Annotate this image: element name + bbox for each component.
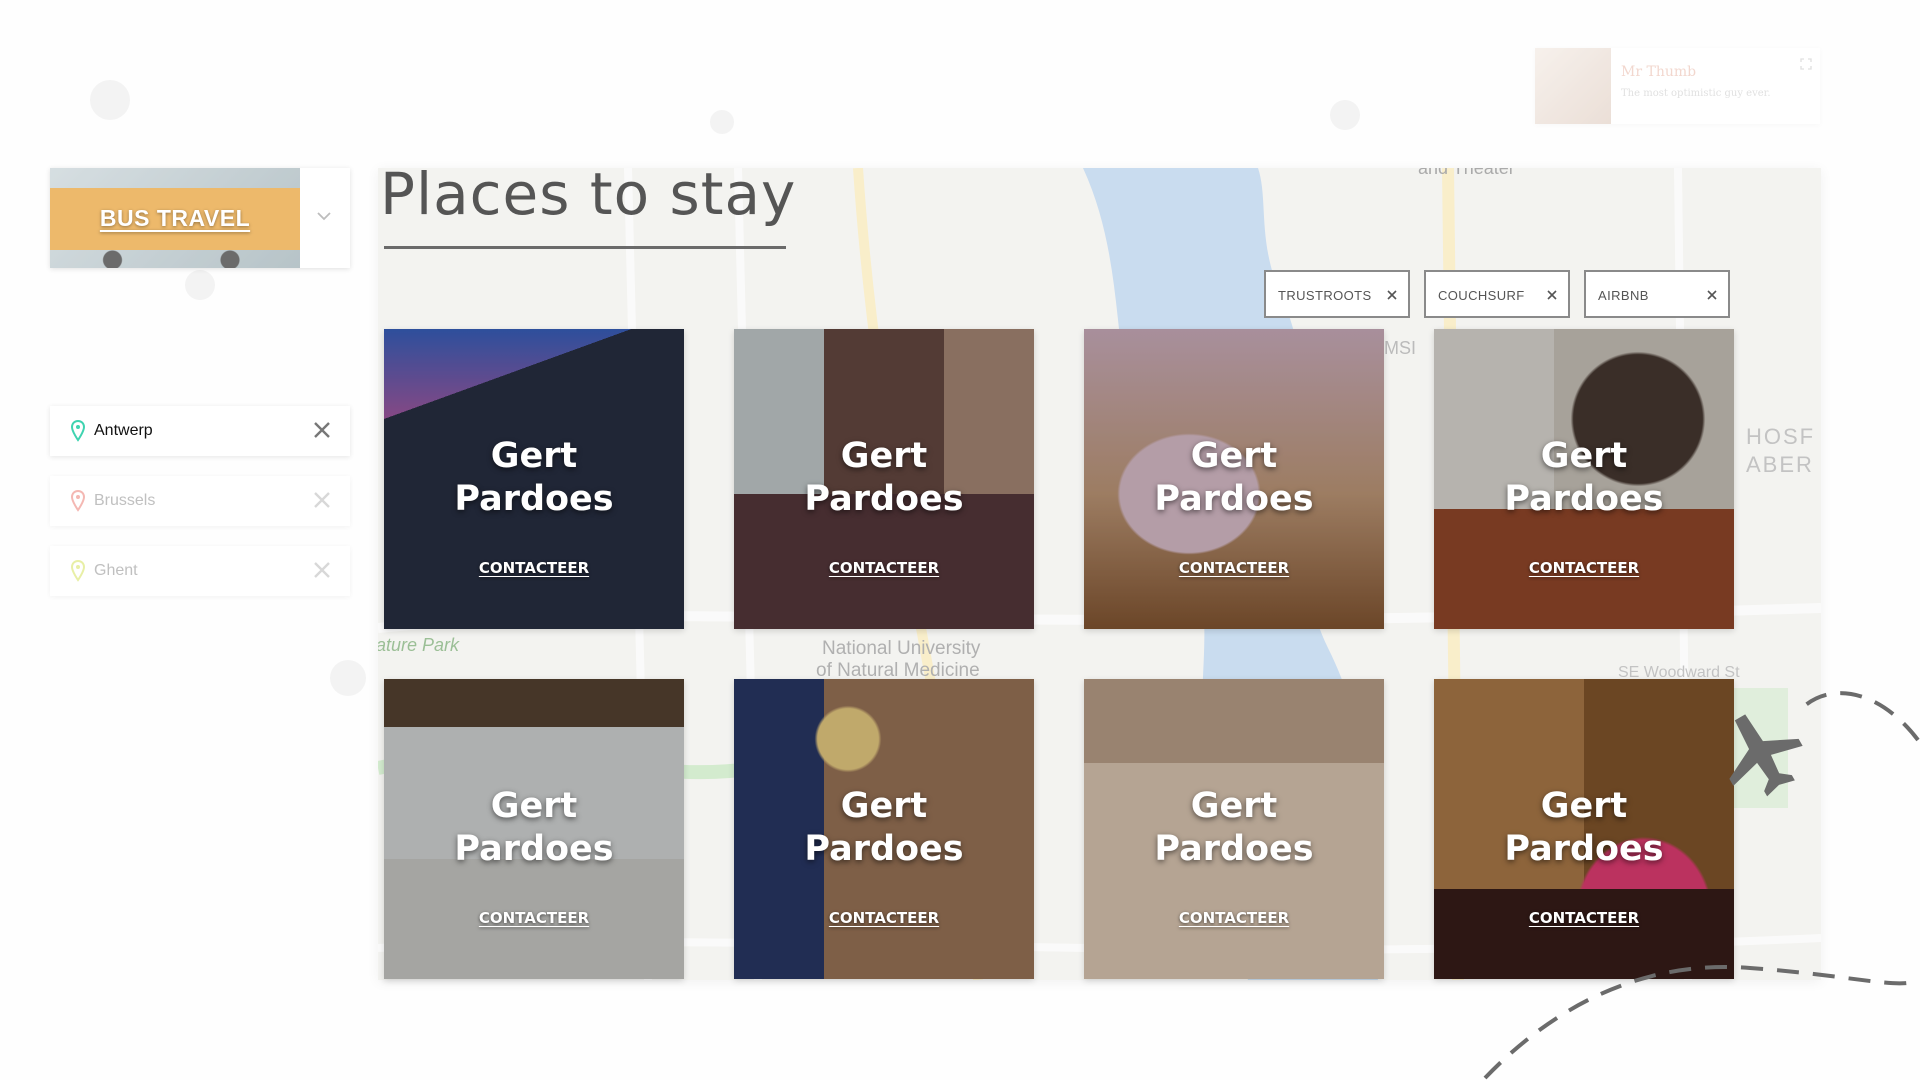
background-doodle	[1330, 100, 1360, 130]
host-name: Gert Pardoes	[804, 436, 964, 519]
map-pin-icon	[70, 560, 86, 582]
city-item-brussels[interactable]: Brussels	[50, 476, 350, 526]
host-name: Gert Pardoes	[454, 786, 614, 869]
city-name: Antwerp	[94, 422, 153, 439]
profile-card[interactable]: Mr Thumb The most optimistic guy ever.	[1535, 48, 1820, 124]
filter-chip-airbnb[interactable]: AIRBNB	[1584, 270, 1730, 318]
category-dropdown[interactable]: BUS TRAVEL	[50, 168, 350, 268]
city-item-ghent[interactable]: Ghent	[50, 546, 350, 596]
background-doodle	[330, 660, 366, 696]
filter-chip-label: AIRBNB	[1598, 288, 1649, 303]
listing-card[interactable]: Gert Pardoes CONTACTEER	[384, 679, 684, 979]
close-icon[interactable]	[312, 420, 332, 440]
host-name: Gert Pardoes	[804, 786, 964, 869]
filter-chip-trustroots[interactable]: TRUSTROOTS	[1264, 270, 1410, 318]
close-icon[interactable]	[312, 560, 332, 580]
background-doodle	[90, 80, 130, 120]
map-label: HOSF	[1746, 424, 1816, 449]
category-label: BUS TRAVEL	[99, 204, 251, 231]
map-label: National University	[822, 638, 981, 659]
contact-link[interactable]: CONTACTEER	[734, 909, 1034, 927]
filter-chip-label: TRUSTROOTS	[1278, 288, 1372, 303]
host-name: Gert Pardoes	[1154, 436, 1314, 519]
close-icon[interactable]	[312, 490, 332, 510]
expand-icon[interactable]	[1800, 58, 1812, 70]
listing-card[interactable]: Gert Pardoes CONTACTEER	[1434, 329, 1734, 629]
title-underline	[384, 246, 786, 249]
contact-link[interactable]: CONTACTEER	[1084, 559, 1384, 577]
contact-link[interactable]: CONTACTEER	[1434, 559, 1734, 577]
contact-link[interactable]: CONTACTEER	[384, 559, 684, 577]
close-icon[interactable]	[1386, 289, 1398, 301]
close-icon[interactable]	[1546, 289, 1558, 301]
map-label: and Theater	[1418, 168, 1515, 178]
page-title: Places to stay	[380, 160, 797, 228]
host-name: Gert Pardoes	[454, 436, 614, 519]
host-name: Gert Pardoes	[1504, 436, 1664, 519]
city-name: Brussels	[94, 492, 156, 509]
close-icon[interactable]	[1706, 289, 1718, 301]
contact-link[interactable]: CONTACTEER	[1084, 909, 1384, 927]
listing-card[interactable]: Gert Pardoes CONTACTEER	[734, 679, 1034, 979]
city-item-antwerp[interactable]: Antwerp	[50, 406, 350, 456]
host-name: Gert Pardoes	[1154, 786, 1314, 869]
listing-card[interactable]: Gert Pardoes CONTACTEER	[734, 329, 1034, 629]
map-label: ABER	[1746, 452, 1814, 477]
contact-link[interactable]: CONTACTEER	[734, 559, 1034, 577]
profile-tagline: The most optimistic guy ever.	[1621, 88, 1771, 99]
listing-card[interactable]: Gert Pardoes CONTACTEER	[1084, 679, 1384, 979]
page: Mr Thumb The most optimistic guy ever. B…	[0, 0, 1920, 1080]
contact-link[interactable]: CONTACTEER	[384, 909, 684, 927]
city-name: Ghent	[94, 562, 138, 579]
filter-chip-couchsurf[interactable]: COUCHSURF	[1424, 270, 1570, 318]
filter-chip-label: COUCHSURF	[1438, 288, 1525, 303]
map-pin-icon	[70, 490, 86, 512]
background-doodle	[185, 270, 215, 300]
listing-card[interactable]: Gert Pardoes CONTACTEER	[384, 329, 684, 629]
listing-card[interactable]: Gert Pardoes CONTACTEER	[1084, 329, 1384, 629]
map-label: ature Park	[378, 635, 460, 655]
listing-card[interactable]: Gert Pardoes CONTACTEER	[1434, 679, 1734, 979]
map-label: MSI	[1384, 338, 1417, 358]
host-name: Gert Pardoes	[1504, 786, 1664, 869]
map-pin-icon	[70, 420, 86, 442]
profile-name: Mr Thumb	[1621, 64, 1697, 80]
background-doodle	[710, 110, 734, 134]
chevron-down-icon[interactable]	[312, 204, 336, 228]
contact-link[interactable]: CONTACTEER	[1434, 909, 1734, 927]
avatar[interactable]	[1535, 48, 1611, 124]
